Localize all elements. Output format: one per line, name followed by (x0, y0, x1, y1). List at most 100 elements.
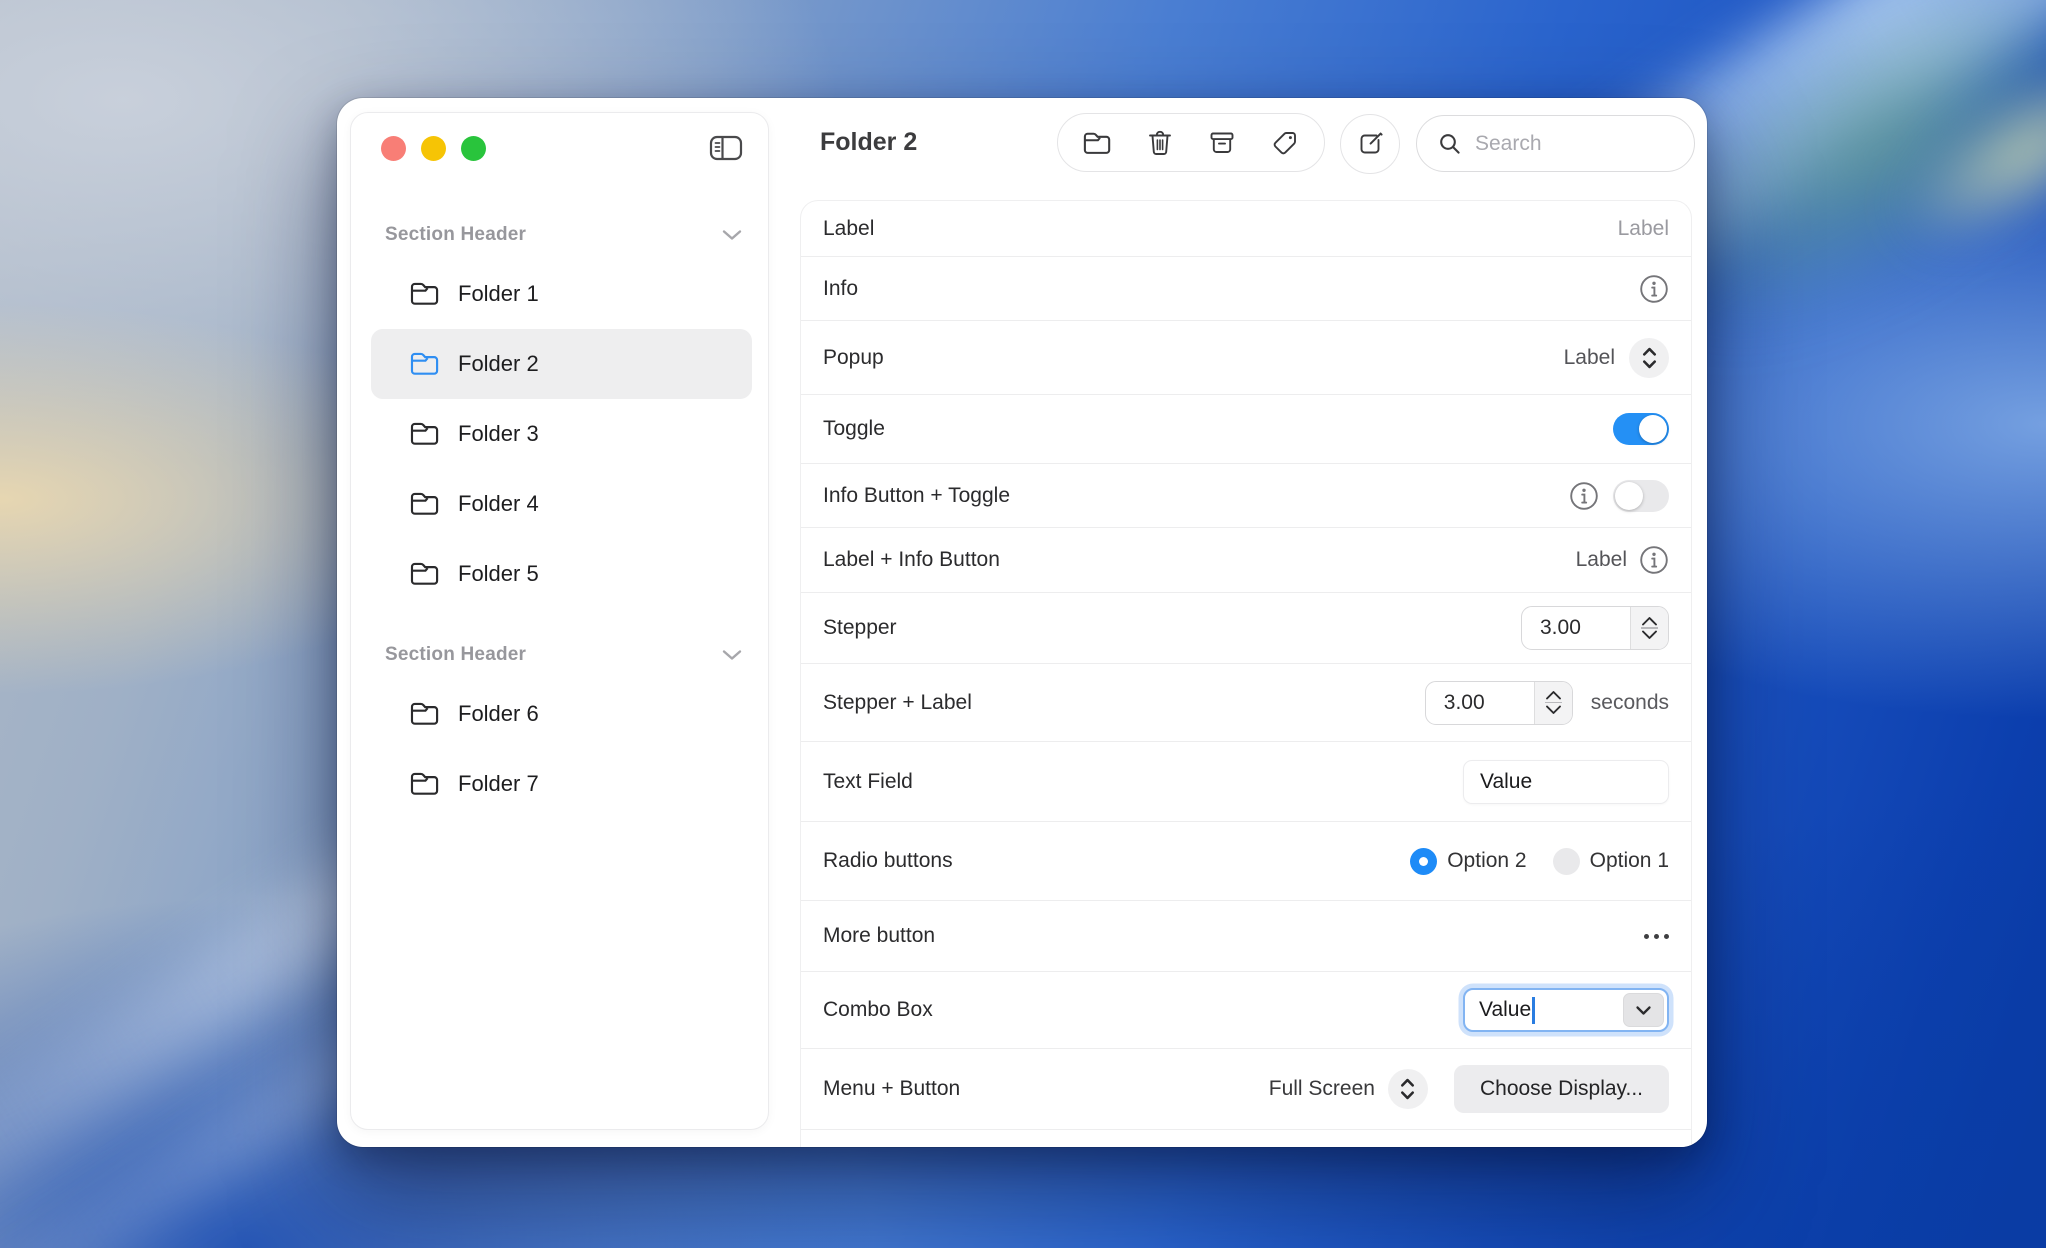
sidebar-item-folder-7[interactable]: Folder 7 (371, 749, 752, 819)
sidebar-item-folder-6[interactable]: Folder 6 (371, 679, 752, 749)
chevron-up-icon (1545, 690, 1562, 700)
row-title: Stepper + Label (823, 691, 972, 715)
delete-button[interactable] (1134, 119, 1186, 167)
radio-group: Option 2 Option 1 (1410, 848, 1669, 875)
row-title: Combo Box (823, 998, 933, 1022)
section-header-label: Section Header (385, 644, 526, 666)
toggle-sidebar-button[interactable] (704, 129, 748, 167)
more-button[interactable] (1639, 934, 1669, 939)
settings-form: Label Label Info Popup Label T (800, 200, 1692, 1147)
info-button[interactable] (1569, 481, 1599, 511)
stepper-control[interactable]: 3.00 (1521, 606, 1669, 650)
row-title: More button (823, 924, 935, 948)
text-field[interactable] (1463, 760, 1669, 804)
text-cursor (1532, 997, 1535, 1024)
radio-option-1[interactable]: Option 1 (1553, 848, 1669, 875)
row-title: Popup (823, 346, 884, 370)
row-title: Label (823, 217, 874, 241)
radio-label: Option 2 (1447, 849, 1526, 873)
toolbar-button-group (1057, 113, 1325, 172)
sidebar-item-folder-1[interactable]: Folder 1 (371, 259, 752, 329)
stepper-arrows[interactable] (1630, 607, 1668, 649)
combo-box-dropdown-button[interactable] (1623, 993, 1664, 1027)
folder-icon (409, 420, 442, 448)
row-stepper: Stepper 3.00 (801, 593, 1691, 664)
search-icon (1437, 131, 1463, 157)
folder-icon-selected (409, 350, 442, 378)
choose-display-button[interactable]: Choose Display... (1454, 1065, 1669, 1113)
menu-value: Full Screen (1269, 1077, 1375, 1101)
sidebar-item-label: Folder 4 (458, 491, 539, 517)
sidebar-item-folder-5[interactable]: Folder 5 (371, 539, 752, 609)
app-window: Section Header Folder 1 Folder 2 (337, 98, 1707, 1147)
popup-value: Label (1564, 346, 1615, 370)
info-icon (1639, 545, 1669, 575)
close-button[interactable] (381, 136, 406, 161)
radio-option-2[interactable]: Option 2 (1410, 848, 1526, 875)
toggle-switch-off[interactable] (1613, 480, 1669, 512)
row-title: Menu + Button (823, 1077, 960, 1101)
row-info-toggle: Info Button + Toggle (801, 464, 1691, 528)
row-stepper-label: Stepper + Label 3.00 seconds (801, 664, 1691, 742)
radio-label: Option 1 (1590, 849, 1669, 873)
sidebar-item-label: Folder 7 (458, 771, 539, 797)
folder-icon (409, 770, 442, 798)
stepper-control[interactable]: 3.00 (1425, 681, 1573, 725)
sidebar-item-folder-4[interactable]: Folder 4 (371, 469, 752, 539)
info-button[interactable] (1639, 274, 1669, 304)
row-title: Label + Info Button (823, 548, 1000, 572)
chevron-down-icon (1641, 630, 1658, 640)
stepper-value: 3.00 (1426, 682, 1534, 724)
row-radio-buttons: Radio buttons Option 2 Option 1 (801, 822, 1691, 901)
sidebar-item-label: Folder 2 (458, 351, 539, 377)
row-title: Text Field (823, 770, 913, 794)
row-label-info: Label + Info Button Label (801, 528, 1691, 593)
folder-icon (409, 700, 442, 728)
row-popup: Popup Label (801, 321, 1691, 395)
section-header-label: Section Header (385, 224, 526, 246)
info-icon (1639, 274, 1669, 304)
folder-icon (1082, 130, 1112, 156)
new-folder-button[interactable] (1071, 119, 1123, 167)
ellipsis-icon (1664, 934, 1669, 939)
sidebar-item-label: Folder 5 (458, 561, 539, 587)
radio-selected-icon[interactable] (1410, 848, 1437, 875)
chevron-down-icon[interactable] (722, 649, 742, 661)
menu-popup-button[interactable] (1388, 1069, 1428, 1109)
zoom-button[interactable] (461, 136, 486, 161)
stepper-divider (1641, 627, 1658, 629)
text-field-input[interactable] (1464, 770, 1668, 794)
stepper-unit-label: seconds (1591, 691, 1669, 715)
popup-button[interactable] (1629, 338, 1669, 378)
chevron-down-icon[interactable] (722, 229, 742, 241)
compose-icon (1355, 129, 1385, 159)
folder-icon (409, 560, 442, 588)
chevron-down-icon (1545, 705, 1562, 715)
tag-button[interactable] (1259, 119, 1311, 167)
row-menu-button: Menu + Button Full Screen Choose Display… (801, 1049, 1691, 1130)
ellipsis-icon (1654, 934, 1659, 939)
toggle-knob (1639, 415, 1667, 443)
trash-icon (1146, 128, 1174, 158)
row-title: Radio buttons (823, 849, 953, 873)
stepper-arrows[interactable] (1534, 682, 1572, 724)
folder-icon (409, 280, 442, 308)
search-input[interactable] (1475, 132, 1676, 156)
sidebar-item-label: Folder 1 (458, 281, 539, 307)
minimize-button[interactable] (421, 136, 446, 161)
row-value-label: Label (1618, 217, 1669, 241)
compose-button[interactable] (1340, 114, 1400, 174)
sidebar-item-folder-2[interactable]: Folder 2 (371, 329, 752, 399)
radio-unselected-icon[interactable] (1553, 848, 1580, 875)
info-button[interactable] (1639, 545, 1669, 575)
search-field[interactable] (1416, 115, 1695, 172)
row-toggle: Toggle (801, 395, 1691, 464)
row-combo-box: Combo Box Value (801, 972, 1691, 1049)
sidebar-item-folder-3[interactable]: Folder 3 (371, 399, 752, 469)
sidebar-item-label: Folder 3 (458, 421, 539, 447)
combo-box[interactable]: Value (1463, 988, 1669, 1032)
row-info: Info (801, 257, 1691, 321)
sidebar-section-header: Section Header (351, 631, 768, 679)
toggle-switch-on[interactable] (1613, 413, 1669, 445)
archive-button[interactable] (1196, 119, 1248, 167)
